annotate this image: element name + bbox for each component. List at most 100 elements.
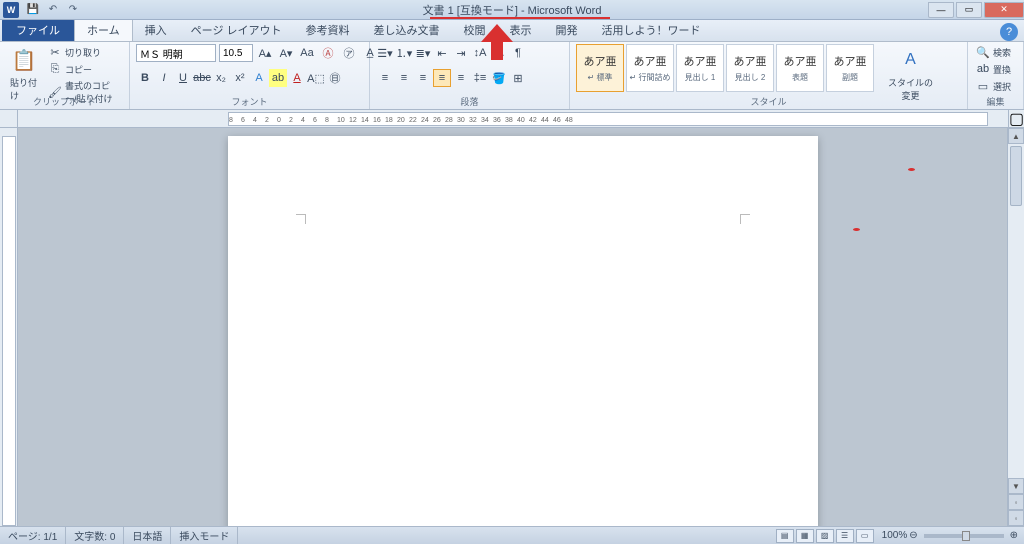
align-distribute-icon[interactable]: ≡ (452, 69, 470, 87)
find-icon: 🔍 (976, 45, 990, 59)
minimize-button[interactable]: — (928, 2, 954, 18)
superscript-icon[interactable]: x² (231, 69, 249, 87)
maximize-button[interactable]: ▭ (956, 2, 982, 18)
style-title[interactable]: あア亜表題 (776, 44, 824, 92)
italic-icon[interactable]: I (155, 69, 173, 87)
ruler-row: 8642024681012141618202224262830323436384… (0, 110, 1024, 128)
tab-home[interactable]: ホーム (74, 18, 133, 41)
view-draft-icon[interactable]: ▭ (856, 529, 874, 543)
style-nospace[interactable]: あア亜↵ 行間詰め (626, 44, 674, 92)
redo-icon[interactable]: ↷ (65, 2, 81, 18)
quick-access-toolbar: 💾 ↶ ↷ (25, 2, 81, 18)
vertical-ruler[interactable] (0, 128, 18, 526)
tab-dev[interactable]: 開発 (544, 19, 590, 41)
line-spacing-icon[interactable]: ‡≡ (471, 69, 489, 87)
numbering-icon[interactable]: ⒈▾ (395, 44, 413, 62)
undo-icon[interactable]: ↶ (45, 2, 61, 18)
bold-icon[interactable]: B (136, 69, 154, 87)
zoom-slider[interactable] (924, 534, 1004, 538)
font-color-icon[interactable]: A (288, 69, 306, 87)
cut-icon: ✂ (48, 45, 62, 59)
tab-addon[interactable]: 活用しよう！ワード (590, 19, 713, 41)
cut-button[interactable]: ✂切り取り (46, 44, 123, 60)
subscript-icon[interactable]: x₂ (212, 69, 230, 87)
shading-icon[interactable]: 🪣 (490, 69, 508, 87)
status-language[interactable]: 日本語 (124, 527, 171, 544)
annotation-underline (430, 17, 610, 19)
underline-icon[interactable]: U (174, 69, 192, 87)
style-normal[interactable]: あア亜↵ 標準 (576, 44, 624, 92)
view-web-icon[interactable]: ▨ (816, 529, 834, 543)
status-insertmode[interactable]: 挿入モード (171, 527, 238, 544)
align-right-icon[interactable]: ≡ (414, 69, 432, 87)
scroll-up-icon[interactable]: ▲ (1008, 128, 1024, 144)
prev-page-icon[interactable]: ◦ (1008, 494, 1024, 510)
tab-references[interactable]: 参考資料 (294, 19, 362, 41)
paste-icon: 📋 (10, 46, 38, 74)
annotation-dot (908, 168, 915, 171)
tab-layout[interactable]: ページ レイアウト (179, 19, 294, 41)
bullets-icon[interactable]: ☰▾ (376, 44, 394, 62)
font-size-combo[interactable]: 10.5 (219, 44, 253, 62)
indent-inc-icon[interactable]: ⇥ (452, 44, 470, 62)
shrink-font-icon[interactable]: A▾ (277, 44, 295, 62)
word-app-icon: W (3, 2, 19, 18)
align-justify-icon[interactable]: ≡ (433, 69, 451, 87)
next-page-icon[interactable]: ◦ (1008, 510, 1024, 526)
change-case-icon[interactable]: Aa (298, 44, 316, 62)
grow-font-icon[interactable]: A▴ (256, 44, 274, 62)
align-left-icon[interactable]: ≡ (376, 69, 394, 87)
style-heading1[interactable]: あア亜見出し 1 (676, 44, 724, 92)
align-center-icon[interactable]: ≡ (395, 69, 413, 87)
change-styles-icon: A (897, 46, 925, 74)
ruler-corner (0, 110, 18, 127)
zoom-thumb[interactable] (962, 531, 970, 541)
view-outline-icon[interactable]: ☰ (836, 529, 854, 543)
group-clipboard: 📋 貼り付け ✂切り取り ⎘コピー 🖌書式のコピー/貼り付け クリップボード (0, 42, 130, 109)
find-button[interactable]: 🔍検索 (974, 44, 1013, 60)
highlight-icon[interactable]: ab (269, 69, 287, 87)
group-font: ＭＳ 明朝 10.5 A▴ A▾ Aa Ⓐ ㋐ A̲ B I U abc x₂ … (130, 42, 370, 109)
tab-insert[interactable]: 挿入 (133, 19, 179, 41)
font-name-combo[interactable]: ＭＳ 明朝 (136, 44, 216, 62)
page[interactable] (228, 136, 818, 526)
text-effect-icon[interactable]: A (250, 69, 268, 87)
clear-format-icon[interactable]: Ⓐ (319, 44, 337, 62)
save-icon[interactable]: 💾 (25, 2, 41, 18)
borders-icon[interactable]: ⊞ (509, 69, 527, 87)
statusbar: ページ: 1/1 文字数: 0 日本語 挿入モード ▤ ▦ ▨ ☰ ▭ 100%… (0, 526, 1024, 544)
view-fullscreen-icon[interactable]: ▦ (796, 529, 814, 543)
tab-mailings[interactable]: 差し込み文書 (362, 19, 452, 41)
window-controls: — ▭ ✕ (926, 2, 1024, 18)
close-button[interactable]: ✕ (984, 2, 1024, 18)
status-zoom[interactable]: 100% (882, 530, 908, 541)
multilevel-icon[interactable]: ≣▾ (414, 44, 432, 62)
copy-button[interactable]: ⎘コピー (46, 61, 123, 77)
margin-mark-tr (740, 214, 750, 224)
indent-dec-icon[interactable]: ⇤ (433, 44, 451, 62)
zoom-in-icon[interactable]: ⊕ (1010, 530, 1018, 541)
tab-file[interactable]: ファイル (2, 19, 74, 41)
status-wordcount[interactable]: 文字数: 0 (66, 527, 124, 544)
select-button[interactable]: ▭選択 (974, 78, 1013, 94)
enclose-char-icon[interactable]: ㊐ (326, 69, 344, 87)
replace-icon: ab (976, 62, 990, 76)
scroll-down-icon[interactable]: ▼ (1008, 478, 1024, 494)
strike-icon[interactable]: abc (193, 69, 211, 87)
view-print-icon[interactable]: ▤ (776, 529, 794, 543)
select-icon: ▭ (976, 79, 990, 93)
scroll-thumb[interactable] (1010, 146, 1022, 206)
style-subtitle[interactable]: あア亜副題 (826, 44, 874, 92)
help-icon[interactable]: ? (1000, 23, 1018, 41)
vertical-scrollbar[interactable]: ▲ ▼ ◦ ◦ (1007, 128, 1024, 526)
horizontal-ruler[interactable]: 8642024681012141618202224262830323436384… (18, 110, 1008, 127)
group-paragraph: ☰▾ ⒈▾ ≣▾ ⇤ ⇥ ↕A A↓ ¶ ≡ ≡ ≡ ≡ ≡ ‡≡ 🪣 ⊞ 段落 (370, 42, 570, 109)
phonetic-icon[interactable]: ㋐ (340, 44, 358, 62)
ruler-toggle[interactable]: ▢ (1008, 110, 1024, 127)
zoom-out-icon[interactable]: ⊖ (909, 530, 917, 541)
document-area[interactable] (18, 128, 1007, 526)
char-shading-icon[interactable]: A⬚ (307, 69, 325, 87)
status-page[interactable]: ページ: 1/1 (0, 527, 66, 544)
style-heading2[interactable]: あア亜見出し 2 (726, 44, 774, 92)
replace-button[interactable]: ab置換 (974, 61, 1013, 77)
